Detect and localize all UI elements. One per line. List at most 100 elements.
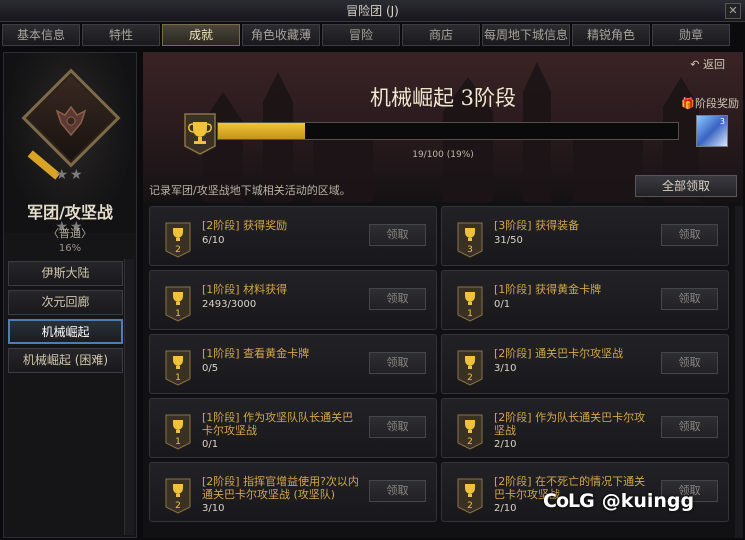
achievement-progress: 6/10 (202, 235, 225, 246)
claim-button[interactable]: 领取 (661, 224, 718, 246)
svg-text:2: 2 (467, 437, 473, 447)
achievement-card: 1 [1阶段] 获得黄金卡牌 0/1 领取 (441, 270, 729, 330)
achievement-scrollbar[interactable] (735, 206, 743, 538)
claim-button[interactable]: 领取 (661, 288, 718, 310)
achievement-card: 1 [1阶段] 作为攻坚队队长通关巴卡尔攻坚战 0/1 领取 (149, 398, 437, 458)
reward-item-count: 3 (719, 117, 725, 126)
gift-icon: 🎁 (681, 97, 695, 110)
dungeon-item-machine-rise[interactable]: 机械崛起 (8, 319, 123, 344)
stage-trophy-icon: 1 (457, 286, 483, 322)
achievement-panel: ↶ 返回 机械崛起 3阶段 🎁阶段奖励 3 19/100 (19%) 记录军团/… (143, 52, 743, 538)
stage-trophy-icon: 2 (165, 478, 191, 514)
category-percent: 16% (58, 243, 82, 254)
stage-progress-bar (217, 122, 679, 140)
achievement-title: [1阶段] 查看黄金卡牌 (202, 347, 310, 360)
achievement-title: [2阶段] 作为队长通关巴卡尔攻坚战 (494, 411, 646, 437)
rank-stars: ★★ (55, 167, 85, 183)
achievement-title: [2阶段] 通关巴卡尔攻坚战 (494, 347, 624, 360)
stage-title: 机械崛起 3阶段 (369, 86, 517, 110)
stage-progress-fill (218, 123, 306, 139)
stage-trophy-icon: 1 (165, 286, 191, 322)
back-label: 返回 (703, 58, 725, 71)
svg-text:1: 1 (467, 309, 473, 319)
tab-basic-info[interactable]: 基本信息 (2, 24, 80, 46)
window-title: 冒险团 (J) (346, 4, 399, 18)
svg-text:2: 2 (467, 373, 473, 383)
stage-trophy-icon: 2 (457, 350, 483, 386)
dungeon-list: 伊斯大陆 次元回廊 机械崛起 机械崛起 (困难) (8, 261, 123, 377)
stage-progress-text: 19/100 (19%) (412, 150, 474, 160)
stage-trophy-icon: 1 (165, 414, 191, 450)
close-icon[interactable]: ✕ (725, 3, 741, 19)
achievement-title: [1阶段] 材料获得 (202, 283, 288, 296)
dungeon-item-dimension-corridor[interactable]: 次元回廊 (8, 290, 123, 315)
svg-text:3: 3 (467, 245, 473, 255)
back-button[interactable]: ↶ 返回 (690, 56, 725, 72)
claim-button[interactable]: 领取 (369, 288, 426, 310)
stage-reward-item[interactable]: 3 (696, 115, 728, 147)
stage-reward-text: 阶段奖励 (695, 97, 739, 110)
tab-adventure[interactable]: 冒险 (322, 24, 400, 46)
dungeon-item-isys[interactable]: 伊斯大陆 (8, 261, 123, 286)
tab-character-collection[interactable]: 角色收藏薄 (242, 24, 320, 46)
svg-text:1: 1 (175, 373, 181, 383)
achievement-card: 2 [2阶段] 获得奖励 6/10 领取 (149, 206, 437, 266)
window-titlebar: 冒险团 (J) ✕ (0, 0, 745, 22)
achievement-title: [1阶段] 获得黄金卡牌 (494, 283, 602, 296)
claim-button[interactable]: 领取 (369, 352, 426, 374)
achievement-card: 2 [2阶段] 通关巴卡尔攻坚战 3/10 领取 (441, 334, 729, 394)
achievement-progress: 0/5 (202, 363, 219, 374)
left-scrollbar[interactable] (124, 259, 134, 535)
claim-button[interactable]: 领取 (661, 416, 718, 438)
svg-text:2: 2 (175, 245, 181, 255)
achievement-progress: 0/1 (202, 439, 219, 450)
claim-button[interactable]: 领取 (661, 352, 718, 374)
stage-trophy-icon: 3 (457, 222, 483, 258)
svg-text:1: 1 (175, 309, 181, 319)
achievement-title: [2阶段] 获得奖励 (202, 219, 288, 232)
stage-trophy-icon: 2 (457, 414, 483, 450)
tab-shop[interactable]: 商店 (402, 24, 480, 46)
tab-elite-characters[interactable]: 精锐角色 (572, 24, 650, 46)
difficulty-label: 〈普通〉 (48, 227, 92, 240)
claim-button[interactable]: 领取 (369, 480, 426, 502)
achievement-card: 3 [3阶段] 获得装备 31/50 领取 (441, 206, 729, 266)
svg-text:2: 2 (467, 501, 473, 511)
achievement-progress: 3/10 (202, 503, 225, 514)
tab-achievements[interactable]: 成就 (162, 24, 240, 46)
tab-weekly-dungeon[interactable]: 每周地下城信息 (482, 24, 570, 46)
achievement-title: [3阶段] 获得装备 (494, 219, 580, 232)
demon-crest-icon (55, 105, 87, 137)
back-arrow-icon: ↶ (690, 58, 700, 71)
category-title: 军团/攻坚战 (27, 203, 113, 222)
claim-button[interactable]: 领取 (369, 224, 426, 246)
colg-logo: CoLG (543, 490, 595, 512)
achievement-card: 2 [2阶段] 指挥官增益使用?次以内通关巴卡尔攻坚战 (攻坚队) 3/10 领… (149, 462, 437, 522)
achievement-card: 2 [2阶段] 作为队长通关巴卡尔攻坚战 2/10 领取 (441, 398, 729, 458)
achievement-progress: 31/50 (494, 235, 523, 246)
claim-all-button[interactable]: 全部领取 (635, 175, 737, 197)
stage-reward-label: 🎁阶段奖励 (681, 95, 739, 111)
tab-bar: 基本信息 特性 成就 角色收藏薄 冒险 商店 每周地下城信息 精锐角色 勋章 (0, 24, 745, 46)
category-panel: ★★ 军团/攻坚战 〈普通〉 16% ★★ 伊斯大陆 次元回廊 机械崛起 机械崛… (3, 52, 137, 538)
tab-medals[interactable]: 勋章 (652, 24, 730, 46)
achievement-progress: 2493/3000 (202, 299, 257, 310)
tab-traits[interactable]: 特性 (82, 24, 160, 46)
achievement-title: [2阶段] 指挥官增益使用?次以内通关巴卡尔攻坚战 (攻坚队) (202, 475, 359, 501)
category-description: 记录军团/攻坚战地下城相关活动的区域。 (149, 184, 351, 197)
achievement-progress: 3/10 (494, 363, 517, 374)
achievement-card: 1 [1阶段] 查看黄金卡牌 0/5 领取 (149, 334, 437, 394)
stage-trophy-icon: 1 (165, 350, 191, 386)
stage-trophy-icon: 2 (457, 478, 483, 514)
stage-trophy-icon: 2 (165, 222, 191, 258)
dungeon-item-machine-rise-hard[interactable]: 机械崛起 (困难) (8, 348, 123, 373)
achievement-card: 1 [1阶段] 材料获得 2493/3000 领取 (149, 270, 437, 330)
achievement-progress: 2/10 (494, 439, 517, 450)
watermark: CoLG @kuingg (543, 490, 694, 512)
claim-button[interactable]: 领取 (369, 416, 426, 438)
achievement-progress: 0/1 (494, 299, 511, 310)
achievement-title: [1阶段] 作为攻坚队队长通关巴卡尔攻坚战 (202, 411, 354, 437)
achievement-progress: 2/10 (494, 503, 517, 514)
svg-text:2: 2 (175, 501, 181, 511)
svg-text:1: 1 (175, 437, 181, 447)
